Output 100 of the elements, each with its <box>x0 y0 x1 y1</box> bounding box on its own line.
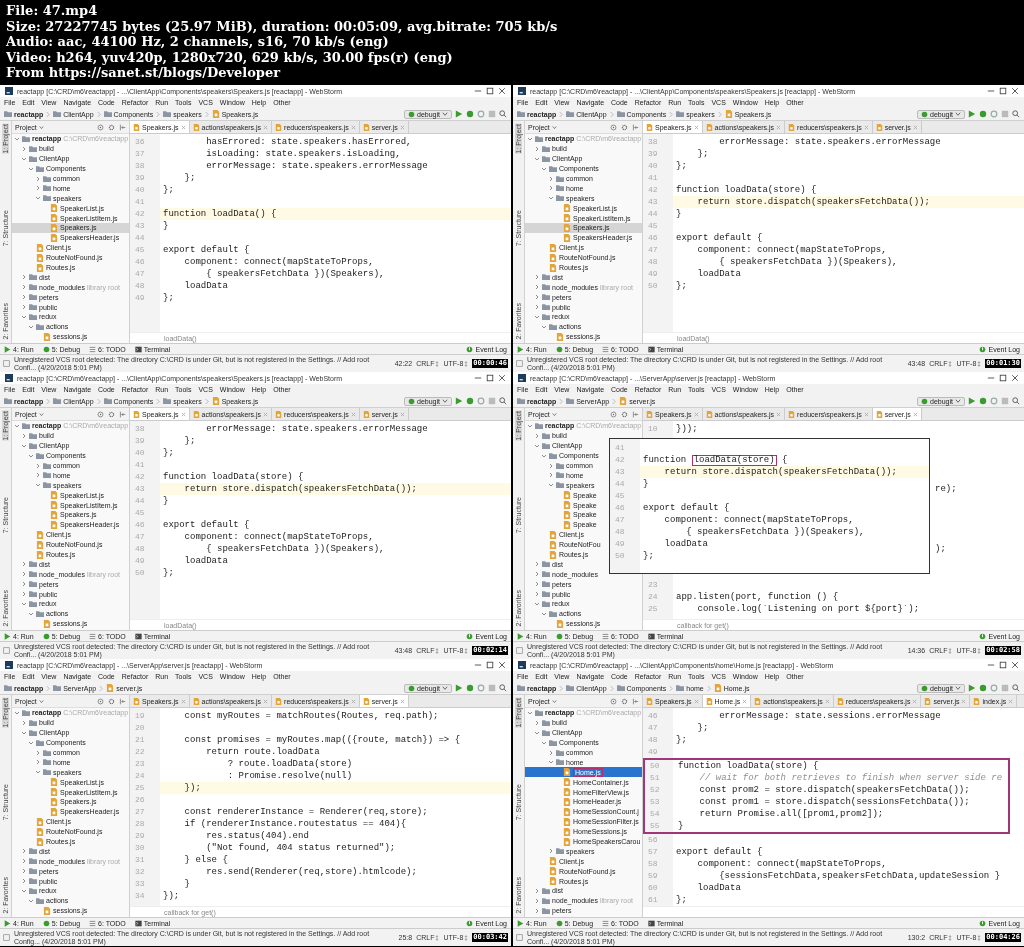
chevron-down-icon[interactable] <box>35 769 41 776</box>
chevron-right-icon[interactable] <box>21 294 27 301</box>
hide-panel-icon[interactable] <box>632 697 639 705</box>
maximize-icon[interactable] <box>999 87 1007 95</box>
settings-icon[interactable] <box>108 697 115 705</box>
locate-icon[interactable] <box>97 123 104 131</box>
chevron-down-icon[interactable] <box>534 313 540 320</box>
chevron-down-icon[interactable] <box>548 482 554 489</box>
status-icon[interactable] <box>516 934 523 941</box>
maximize-icon[interactable] <box>486 374 494 382</box>
chevron-right-icon[interactable] <box>21 868 27 875</box>
debug-icon[interactable] <box>466 110 474 118</box>
status-icon[interactable] <box>3 934 10 941</box>
chevron-right-icon[interactable] <box>21 848 27 855</box>
chevron-down-icon[interactable] <box>28 610 34 617</box>
locate-icon[interactable] <box>97 697 104 705</box>
chevron-right-icon[interactable] <box>21 561 27 568</box>
coverage-icon[interactable] <box>477 110 485 118</box>
debug-icon[interactable] <box>979 397 987 405</box>
stop-icon[interactable] <box>488 110 496 118</box>
search-icon[interactable] <box>1012 684 1020 692</box>
chevron-right-icon[interactable] <box>548 848 554 855</box>
chevron-right-icon[interactable] <box>35 749 41 756</box>
locate-icon[interactable] <box>610 697 617 705</box>
chevron-right-icon[interactable] <box>534 581 540 588</box>
hide-panel-icon[interactable] <box>119 123 126 131</box>
chevron-down-icon[interactable] <box>527 135 533 142</box>
chevron-right-icon[interactable] <box>21 145 27 152</box>
chevron-down-icon[interactable] <box>28 897 34 904</box>
stop-icon[interactable] <box>1001 397 1009 405</box>
run-icon[interactable] <box>968 110 976 118</box>
chevron-right-icon[interactable] <box>548 472 554 479</box>
minimize-icon[interactable] <box>987 661 995 669</box>
chevron-down-icon[interactable] <box>541 323 547 330</box>
coverage-icon[interactable] <box>990 397 998 405</box>
chevron-down-icon[interactable] <box>28 323 34 330</box>
chevron-right-icon[interactable] <box>35 185 41 192</box>
coverage-icon[interactable] <box>477 397 485 405</box>
chevron-right-icon[interactable] <box>21 274 27 281</box>
chevron-down-icon[interactable] <box>21 155 27 162</box>
chevron-right-icon[interactable] <box>548 175 554 182</box>
chevron-down-icon[interactable] <box>28 165 34 172</box>
minimize-icon[interactable] <box>474 374 482 382</box>
chevron-down-icon[interactable] <box>14 422 20 429</box>
run-icon[interactable] <box>455 397 463 405</box>
chevron-right-icon[interactable] <box>21 858 27 865</box>
chevron-down-icon[interactable] <box>28 452 34 459</box>
chevron-down-icon[interactable] <box>14 135 20 142</box>
chevron-right-icon[interactable] <box>35 175 41 182</box>
run-icon[interactable] <box>455 684 463 692</box>
minimize-icon[interactable] <box>474 87 482 95</box>
chevron-right-icon[interactable] <box>35 472 41 479</box>
chevron-down-icon[interactable] <box>21 729 27 736</box>
coverage-icon[interactable] <box>990 684 998 692</box>
chevron-right-icon[interactable] <box>548 462 554 469</box>
chevron-down-icon[interactable] <box>534 729 540 736</box>
chevron-right-icon[interactable] <box>534 304 540 311</box>
coverage-icon[interactable] <box>990 110 998 118</box>
run-icon[interactable] <box>455 110 463 118</box>
chevron-down-icon[interactable] <box>534 155 540 162</box>
settings-icon[interactable] <box>108 123 115 131</box>
chevron-right-icon[interactable] <box>21 571 27 578</box>
chevron-right-icon[interactable] <box>534 274 540 281</box>
maximize-icon[interactable] <box>999 661 1007 669</box>
chevron-right-icon[interactable] <box>534 294 540 301</box>
close-icon[interactable] <box>1011 661 1019 669</box>
minimize-icon[interactable] <box>987 374 995 382</box>
chevron-down-icon[interactable] <box>541 452 547 459</box>
status-icon[interactable] <box>3 647 10 654</box>
chevron-down-icon[interactable] <box>534 442 540 449</box>
close-icon[interactable] <box>1011 87 1019 95</box>
hide-panel-icon[interactable] <box>119 410 126 418</box>
chevron-down-icon[interactable] <box>548 195 554 202</box>
chevron-right-icon[interactable] <box>21 304 27 311</box>
debug-icon[interactable] <box>979 684 987 692</box>
chevron-right-icon[interactable] <box>534 591 540 598</box>
chevron-right-icon[interactable] <box>35 462 41 469</box>
chevron-down-icon[interactable] <box>21 600 27 607</box>
chevron-down-icon[interactable] <box>21 313 27 320</box>
chevron-right-icon[interactable] <box>534 284 540 291</box>
chevron-right-icon[interactable] <box>534 719 540 726</box>
locate-icon[interactable] <box>610 410 617 418</box>
maximize-icon[interactable] <box>486 661 494 669</box>
close-icon[interactable] <box>498 374 506 382</box>
status-icon[interactable] <box>516 360 523 367</box>
chevron-right-icon[interactable] <box>534 432 540 439</box>
minimize-icon[interactable] <box>474 661 482 669</box>
chevron-down-icon[interactable] <box>35 482 41 489</box>
stop-icon[interactable] <box>488 397 496 405</box>
hide-panel-icon[interactable] <box>119 697 126 705</box>
chevron-down-icon[interactable] <box>14 709 20 716</box>
chevron-down-icon[interactable] <box>28 739 34 746</box>
chevron-down-icon[interactable] <box>541 165 547 172</box>
locate-icon[interactable] <box>610 123 617 131</box>
hide-panel-icon[interactable] <box>632 123 639 131</box>
hide-panel-icon[interactable] <box>632 410 639 418</box>
run-icon[interactable] <box>968 684 976 692</box>
chevron-right-icon[interactable] <box>534 561 540 568</box>
chevron-down-icon[interactable] <box>548 759 554 766</box>
chevron-right-icon[interactable] <box>534 907 540 914</box>
